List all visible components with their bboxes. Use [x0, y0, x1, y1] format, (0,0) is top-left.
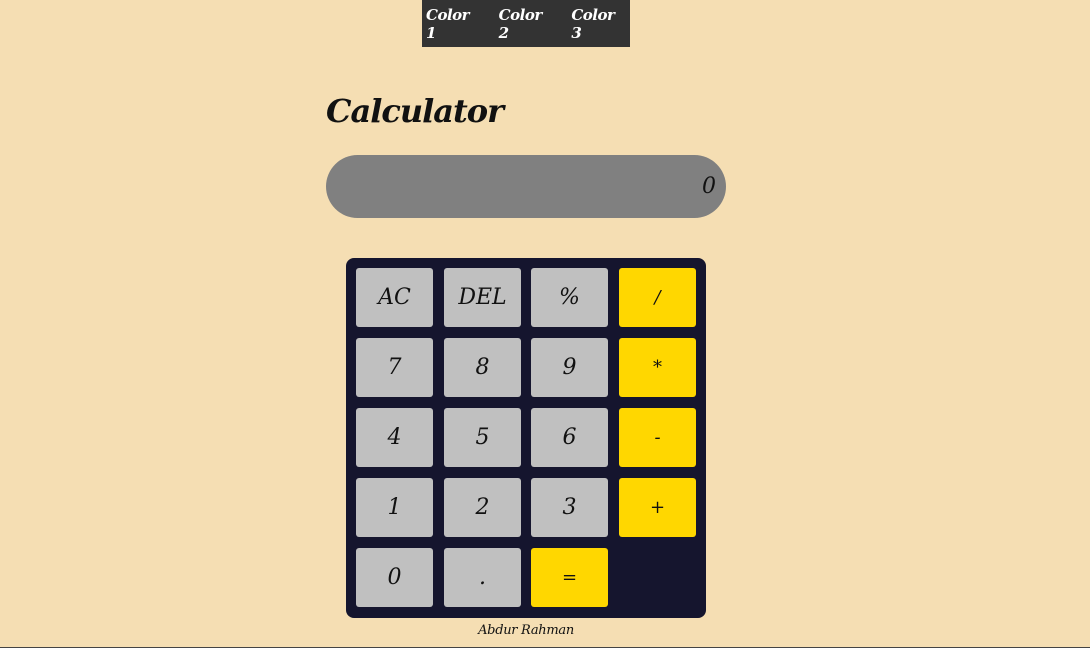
- digit-3-button[interactable]: 3: [531, 478, 608, 537]
- digit-5-button[interactable]: 5: [444, 408, 521, 467]
- digit-1-button[interactable]: 1: [356, 478, 433, 537]
- digit-4-button[interactable]: 4: [356, 408, 433, 467]
- keypad: AC DEL % / 7 8 9 * 4 5 6 - 1 2 3 + 0 . =: [346, 258, 706, 618]
- color-1-button[interactable]: Color 1: [422, 6, 485, 42]
- color-2-button[interactable]: Color 2: [495, 6, 558, 42]
- color-3-button[interactable]: Color 3: [567, 6, 630, 42]
- decimal-button[interactable]: .: [444, 548, 521, 607]
- color-theme-nav: Color 1 Color 2 Color 3: [422, 0, 630, 47]
- page-title: Calculator: [326, 92, 504, 130]
- multiply-button[interactable]: *: [619, 338, 696, 397]
- minus-button[interactable]: -: [619, 408, 696, 467]
- digit-7-button[interactable]: 7: [356, 338, 433, 397]
- percent-button[interactable]: %: [531, 268, 608, 327]
- digit-9-button[interactable]: 9: [531, 338, 608, 397]
- digit-8-button[interactable]: 8: [444, 338, 521, 397]
- calculator-display: 0: [326, 155, 726, 218]
- equals-button[interactable]: =: [531, 548, 608, 607]
- plus-button[interactable]: +: [619, 478, 696, 537]
- footer-author: Abdur Rahman: [478, 623, 574, 638]
- divide-button[interactable]: /: [619, 268, 696, 327]
- delete-button[interactable]: DEL: [444, 268, 521, 327]
- digit-2-button[interactable]: 2: [444, 478, 521, 537]
- digit-0-button[interactable]: 0: [356, 548, 433, 607]
- digit-6-button[interactable]: 6: [531, 408, 608, 467]
- display-value: 0: [702, 174, 716, 199]
- ac-button[interactable]: AC: [356, 268, 433, 327]
